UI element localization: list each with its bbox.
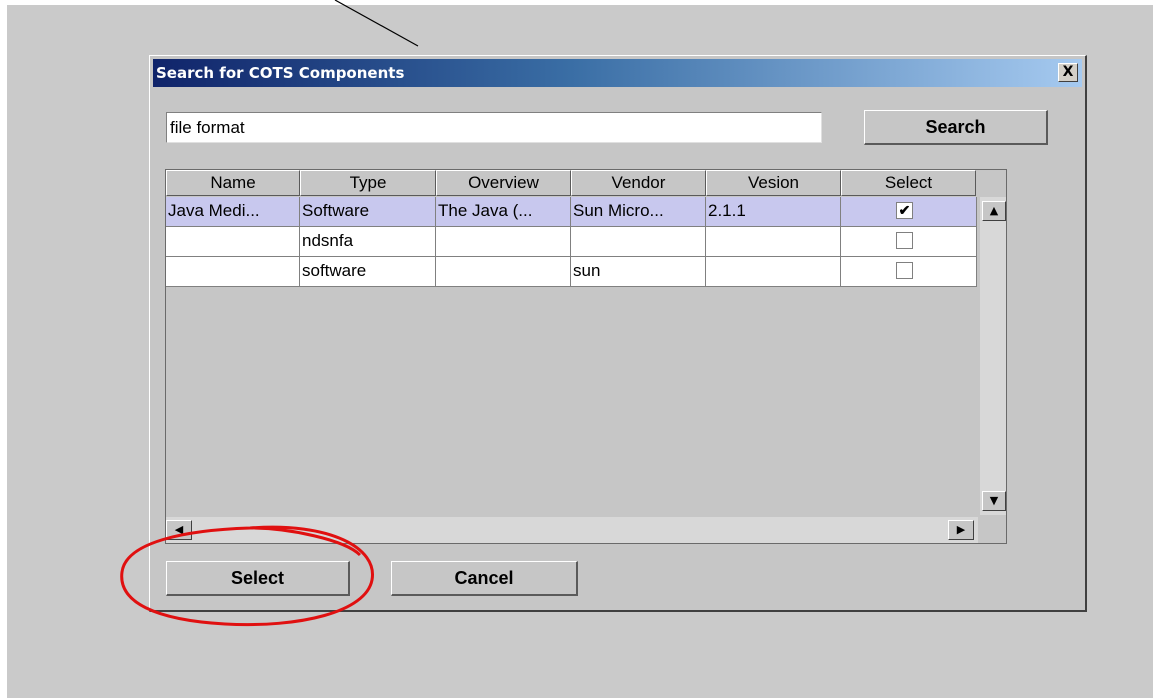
- results-table: Name Type Overview Vendor Vesion Select …: [165, 169, 1007, 544]
- cell-overview: [436, 227, 571, 257]
- close-button[interactable]: X: [1058, 63, 1078, 82]
- row-select-checkbox[interactable]: [896, 262, 913, 279]
- column-header-overview[interactable]: Overview: [436, 170, 571, 196]
- table-row[interactable]: software sun: [166, 257, 977, 287]
- dialog-title: Search for COTS Components: [156, 64, 405, 82]
- horizontal-scrollbar[interactable]: ◀ ▶: [166, 517, 978, 543]
- table-body: Java Medi... Software The Java (... Sun …: [166, 197, 977, 287]
- cell-version: [706, 257, 841, 287]
- cell-type: Software: [300, 197, 436, 227]
- table-row[interactable]: Java Medi... Software The Java (... Sun …: [166, 197, 977, 227]
- column-header-version[interactable]: Vesion: [706, 170, 841, 196]
- row-select-checkbox[interactable]: ✔: [896, 202, 913, 219]
- column-header-vendor[interactable]: Vendor: [571, 170, 706, 196]
- scroll-down-icon[interactable]: ▼: [982, 491, 1006, 511]
- scroll-up-icon[interactable]: ▲: [982, 201, 1006, 221]
- cell-name: Java Medi...: [166, 197, 300, 227]
- vertical-scroll-track[interactable]: [980, 197, 1006, 515]
- cell-version: 2.1.1: [706, 197, 841, 227]
- table-header: Name Type Overview Vendor Vesion Select: [166, 170, 976, 196]
- close-icon: X: [1062, 64, 1074, 80]
- cell-type: software: [300, 257, 436, 287]
- scroll-left-icon[interactable]: ◀: [166, 520, 192, 540]
- search-button[interactable]: Search: [864, 110, 1048, 145]
- table-row[interactable]: ndsnfa: [166, 227, 977, 257]
- cell-vendor: sun: [571, 257, 706, 287]
- cell-select: ✔: [841, 197, 977, 227]
- select-button[interactable]: Select: [166, 561, 350, 596]
- row-select-checkbox[interactable]: [896, 232, 913, 249]
- cell-overview: [436, 257, 571, 287]
- check-mark-icon: ✔: [898, 202, 911, 218]
- cell-type: ndsnfa: [300, 227, 436, 257]
- cell-vendor: Sun Micro...: [571, 197, 706, 227]
- column-header-name[interactable]: Name: [166, 170, 300, 196]
- cell-vendor: [571, 227, 706, 257]
- cancel-button[interactable]: Cancel: [391, 561, 578, 596]
- scroll-right-icon[interactable]: ▶: [948, 520, 974, 540]
- cell-select: [841, 227, 977, 257]
- vertical-scrollbar[interactable]: ▲ ▼: [978, 197, 1006, 515]
- scrollbar-corner: [978, 517, 1006, 543]
- cell-select: [841, 257, 977, 287]
- cell-overview: The Java (...: [436, 197, 571, 227]
- column-header-type[interactable]: Type: [300, 170, 436, 196]
- search-input[interactable]: [166, 112, 822, 143]
- column-header-select[interactable]: Select: [841, 170, 976, 196]
- dialog-titlebar[interactable]: Search for COTS Components X: [153, 59, 1082, 87]
- cots-search-dialog: Search for COTS Components X Search Name…: [149, 55, 1087, 612]
- cell-name: [166, 257, 300, 287]
- cell-version: [706, 227, 841, 257]
- cell-name: [166, 227, 300, 257]
